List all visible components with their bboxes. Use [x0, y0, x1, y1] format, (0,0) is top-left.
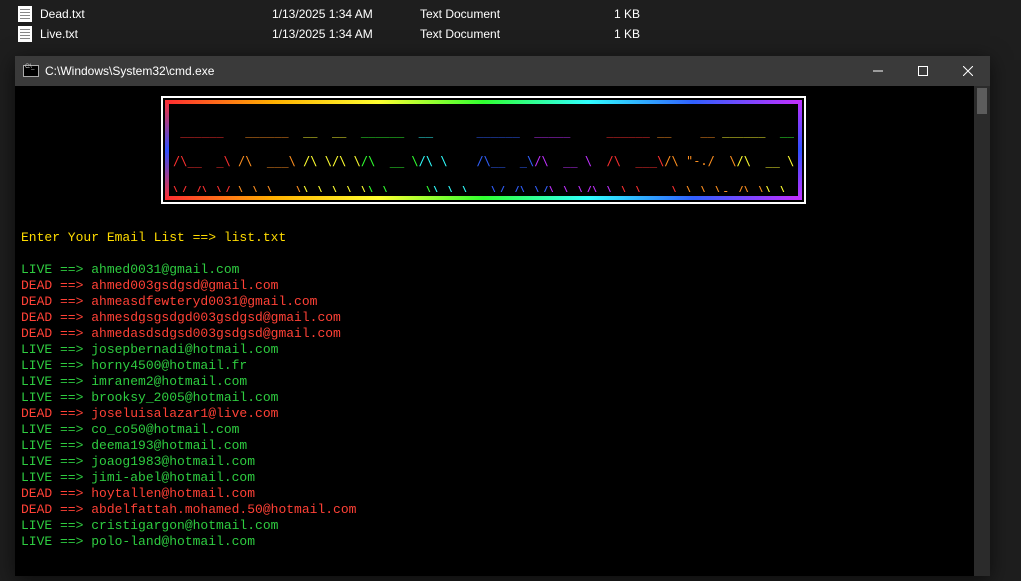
file-size: 1 KB [580, 7, 640, 21]
file-name: Dead.txt [40, 7, 272, 21]
titlebar[interactable]: C:\Windows\System32\cmd.exe [15, 56, 990, 86]
text-file-icon [18, 6, 32, 22]
result-line: DEAD ==> ahmeasdfewteryd0031@gmail.com [21, 294, 974, 310]
scrollbar-thumb[interactable] [977, 88, 987, 114]
cmd-window: C:\Windows\System32\cmd.exe ______ _____… [15, 56, 990, 576]
result-line: LIVE ==> imranem2@hotmail.com [21, 374, 974, 390]
ascii-banner: ______ ______ __ __ ______ __ ______ ___… [161, 96, 806, 204]
result-line: DEAD ==> joseluisalazar1@live.com [21, 406, 974, 422]
result-line: DEAD ==> ahmedasdsdgsd003gsdgsd@gmail.co… [21, 326, 974, 342]
result-line: DEAD ==> abdelfattah.mohamed.50@hotmail.… [21, 502, 974, 518]
maximize-button[interactable] [900, 56, 945, 86]
file-date: 1/13/2025 1:34 AM [272, 7, 420, 21]
result-line: LIVE ==> brooksy_2005@hotmail.com [21, 390, 974, 406]
result-line: DEAD ==> ahmesdgsgsdgd003gsdgsd@gmail.co… [21, 310, 974, 326]
result-line: LIVE ==> co_co50@hotmail.com [21, 422, 974, 438]
result-line: LIVE ==> joaog1983@hotmail.com [21, 454, 974, 470]
close-button[interactable] [945, 56, 990, 86]
minimize-button[interactable] [855, 56, 900, 86]
file-name: Live.txt [40, 27, 272, 41]
ascii-banner-art: ______ ______ __ __ ______ __ ______ ___… [173, 108, 794, 192]
result-line: DEAD ==> ahmed003gsdgsd@gmail.com [21, 278, 974, 294]
file-type: Text Document [420, 7, 580, 21]
result-line: LIVE ==> polo-land@hotmail.com [21, 534, 974, 550]
file-type: Text Document [420, 27, 580, 41]
result-line: LIVE ==> ahmed0031@gmail.com [21, 262, 974, 278]
file-row[interactable]: Dead.txt 1/13/2025 1:34 AM Text Document… [0, 4, 1021, 24]
file-row[interactable]: Live.txt 1/13/2025 1:34 AM Text Document… [0, 24, 1021, 44]
cmd-icon [23, 65, 39, 77]
scrollbar[interactable] [974, 86, 990, 576]
blank-line [21, 246, 974, 262]
file-explorer-rows: Dead.txt 1/13/2025 1:34 AM Text Document… [0, 0, 1021, 44]
result-line: LIVE ==> jimi-abel@hotmail.com [21, 470, 974, 486]
prompt-line: Enter Your Email List ==> list.txt [21, 230, 974, 246]
file-size: 1 KB [580, 27, 640, 41]
result-line: LIVE ==> josepbernadi@hotmail.com [21, 342, 974, 358]
result-line: LIVE ==> horny4500@hotmail.fr [21, 358, 974, 374]
text-file-icon [18, 26, 32, 42]
result-line: DEAD ==> hoytallen@hotmail.com [21, 486, 974, 502]
file-date: 1/13/2025 1:34 AM [272, 27, 420, 41]
console-body: ______ ______ __ __ ______ __ ______ ___… [15, 86, 990, 576]
window-title: C:\Windows\System32\cmd.exe [45, 64, 855, 78]
result-line: LIVE ==> cristigargon@hotmail.com [21, 518, 974, 534]
result-line: LIVE ==> deema193@hotmail.com [21, 438, 974, 454]
